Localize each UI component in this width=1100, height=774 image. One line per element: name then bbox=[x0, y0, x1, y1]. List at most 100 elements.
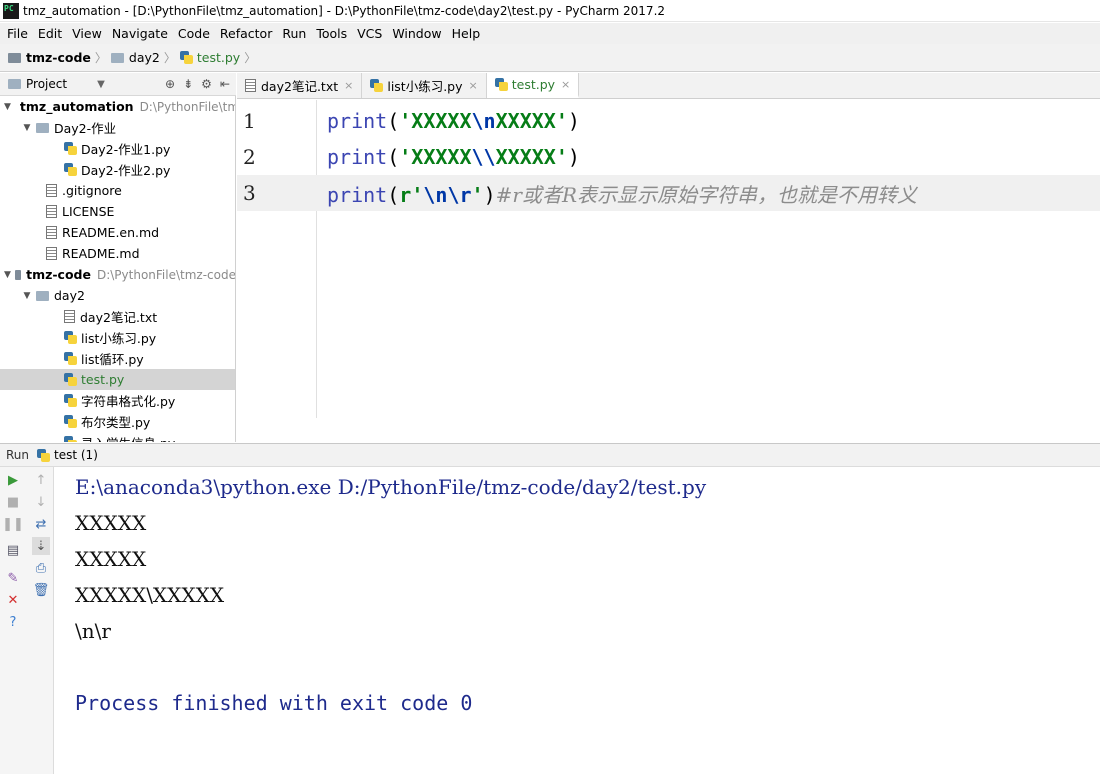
close-icon[interactable]: × bbox=[561, 78, 570, 91]
menu-help[interactable]: Help bbox=[447, 26, 486, 41]
tree-item-tmz-code[interactable]: ▼ tmz-code D:\PythonFile\tmz-code bbox=[0, 264, 235, 285]
text-file-icon bbox=[64, 310, 75, 323]
window-title-bar: PC tmz_automation - [D:\PythonFile\tmz_a… bbox=[0, 0, 1100, 22]
folder-icon bbox=[14, 269, 22, 280]
collapse-all-icon[interactable]: ⇟ bbox=[183, 77, 193, 91]
line-number: 2 bbox=[243, 145, 256, 169]
menu-run[interactable]: Run bbox=[277, 26, 311, 41]
console-line: \n\r bbox=[75, 619, 111, 643]
tree-item-folder[interactable]: ▼ Day2-作业 bbox=[0, 117, 235, 138]
python-file-icon bbox=[370, 79, 384, 92]
menu-file[interactable]: File bbox=[2, 26, 33, 41]
gear-icon[interactable]: ⚙ bbox=[201, 77, 212, 91]
python-file-icon bbox=[64, 331, 77, 344]
breadcrumb-folder[interactable]: day2 bbox=[110, 50, 160, 65]
console-line: XXXXX bbox=[75, 511, 147, 535]
pin-icon[interactable]: ✎ bbox=[4, 569, 22, 587]
target-icon[interactable]: ⊕ bbox=[165, 77, 175, 91]
code-text: print('XXXXX\\XXXXX') bbox=[327, 145, 580, 169]
close-icon[interactable]: × bbox=[344, 79, 353, 92]
code-text: print('XXXXX\nXXXXX') bbox=[327, 109, 580, 133]
code-line-current[interactable]: 3 print(r'\n\r')#r或者R表示显示原始字符串，也就是不用转义 bbox=[237, 175, 1100, 211]
tree-item-file[interactable]: 字符串格式化.py bbox=[0, 390, 235, 411]
menu-navigate[interactable]: Navigate bbox=[107, 26, 173, 41]
menu-bar: File Edit View Navigate Code Refactor Ru… bbox=[0, 23, 1100, 44]
tree-item-file[interactable]: README.md bbox=[0, 243, 235, 264]
code-text: print(r'\n\r')#r或者R表示显示原始字符串，也就是不用转义 bbox=[327, 182, 918, 207]
chevron-down-icon[interactable]: ▼ bbox=[97, 79, 105, 90]
run-toolbar: ▶ ■ ❚❚ ▤ ✎ ✕ ? ↑ ↓ ⇄ ⇣ ⎙ 🗑 bbox=[0, 467, 54, 774]
run-label: Run bbox=[6, 448, 30, 462]
chevron-down-icon[interactable]: ▼ bbox=[22, 291, 32, 301]
breadcrumb-file[interactable]: test.py bbox=[179, 50, 240, 65]
chevron-right-icon: 〉 bbox=[163, 51, 176, 65]
tab-day2-notes[interactable]: day2笔记.txt × bbox=[237, 73, 363, 98]
python-file-icon bbox=[64, 394, 77, 407]
menu-tools[interactable]: Tools bbox=[311, 26, 352, 41]
trash-icon[interactable]: 🗑 bbox=[32, 581, 50, 599]
tree-item-file[interactable]: list小练习.py bbox=[0, 327, 235, 348]
python-file-icon bbox=[179, 51, 193, 64]
close-icon[interactable]: × bbox=[469, 79, 478, 92]
menu-edit[interactable]: Edit bbox=[33, 26, 67, 41]
tree-item-file[interactable]: day2笔记.txt bbox=[0, 306, 235, 327]
chevron-down-icon[interactable]: ▼ bbox=[22, 123, 32, 133]
editor-tab-bar: day2笔记.txt × list小练习.py × test.py × bbox=[237, 73, 1100, 99]
stop-icon[interactable]: ■ bbox=[4, 493, 22, 511]
menu-vcs[interactable]: VCS bbox=[352, 26, 387, 41]
chevron-down-icon[interactable]: ▼ bbox=[4, 270, 11, 280]
hide-panel-icon[interactable]: ⇤ bbox=[220, 77, 230, 91]
chevron-down-icon[interactable]: ▼ bbox=[4, 102, 11, 112]
close-icon[interactable]: ✕ bbox=[4, 591, 22, 609]
arrow-down-icon[interactable]: ↓ bbox=[32, 493, 50, 511]
menu-view[interactable]: View bbox=[67, 26, 107, 41]
code-line[interactable]: 2 print('XXXXX\\XXXXX') bbox=[237, 139, 1100, 175]
breadcrumb: tmz-code 〉 day2 〉 test.py 〉 bbox=[0, 44, 1100, 72]
rerun-icon[interactable]: ▶ bbox=[4, 471, 22, 489]
tree-item-tmz-automation[interactable]: ▼ tmz_automation D:\PythonFile\tmz_autom… bbox=[0, 96, 235, 117]
text-file-icon bbox=[46, 247, 57, 260]
menu-refactor[interactable]: Refactor bbox=[215, 26, 277, 41]
soft-wrap-icon[interactable]: ⇄ bbox=[32, 515, 50, 533]
menu-window[interactable]: Window bbox=[387, 26, 446, 41]
print-icon[interactable]: ⎙ bbox=[32, 559, 50, 577]
console-line: XXXXX\XXXXX bbox=[75, 583, 225, 607]
python-file-icon bbox=[64, 415, 77, 428]
project-panel-header: Project ▼ ⊕ ⇟ ⚙ ⇤ bbox=[0, 73, 236, 96]
scroll-to-end-icon[interactable]: ⇣ bbox=[32, 537, 50, 555]
run-console[interactable]: E:\anaconda3\python.exe D:/PythonFile/tm… bbox=[55, 467, 1100, 774]
project-view-icon bbox=[8, 79, 21, 89]
tree-item-file[interactable]: LICENSE bbox=[0, 201, 235, 222]
pause-icon[interactable]: ❚❚ bbox=[2, 515, 24, 533]
tree-item-file[interactable]: 布尔类型.py bbox=[0, 411, 235, 432]
tree-item-file[interactable]: .gitignore bbox=[0, 180, 235, 201]
python-file-icon bbox=[64, 163, 77, 176]
tree-item-file[interactable]: Day2-作业1.py bbox=[0, 138, 235, 159]
line-number: 3 bbox=[243, 181, 256, 205]
text-file-icon bbox=[46, 226, 57, 239]
project-view-selector[interactable]: Project bbox=[26, 77, 67, 91]
code-editor[interactable]: 1 print('XXXXX\nXXXXX') 2 print('XXXXX\\… bbox=[237, 100, 1100, 443]
tab-list-exercise[interactable]: list小练习.py × bbox=[362, 73, 487, 98]
tree-item-file[interactable]: README.en.md bbox=[0, 222, 235, 243]
code-line[interactable]: 1 print('XXXXX\nXXXXX') bbox=[237, 103, 1100, 139]
tree-item-file[interactable]: Day2-作业2.py bbox=[0, 159, 235, 180]
tree-item-file[interactable]: 录入学生信息.py bbox=[0, 432, 235, 442]
folder-icon bbox=[8, 52, 21, 63]
menu-code[interactable]: Code bbox=[173, 26, 215, 41]
tree-item-file-selected[interactable]: test.py bbox=[0, 369, 235, 390]
arrow-up-icon[interactable]: ↑ bbox=[32, 471, 50, 489]
window-title: tmz_automation - [D:\PythonFile\tmz_auto… bbox=[23, 3, 666, 18]
help-icon[interactable]: ? bbox=[4, 613, 22, 631]
run-config-tab[interactable]: test (1) bbox=[54, 448, 98, 462]
breadcrumb-project[interactable]: tmz-code bbox=[8, 50, 91, 65]
project-tree: ▼ tmz_automation D:\PythonFile\tmz_autom… bbox=[0, 96, 236, 442]
tree-item-folder[interactable]: ▼ day2 bbox=[0, 285, 235, 306]
text-file-icon bbox=[46, 184, 57, 197]
text-file-icon bbox=[46, 205, 57, 218]
tree-item-file[interactable]: list循环.py bbox=[0, 348, 235, 369]
tab-test-py[interactable]: test.py × bbox=[486, 73, 580, 98]
restore-layout-icon[interactable]: ▤ bbox=[4, 541, 22, 559]
text-file-icon bbox=[245, 79, 256, 92]
folder-icon bbox=[36, 290, 49, 301]
